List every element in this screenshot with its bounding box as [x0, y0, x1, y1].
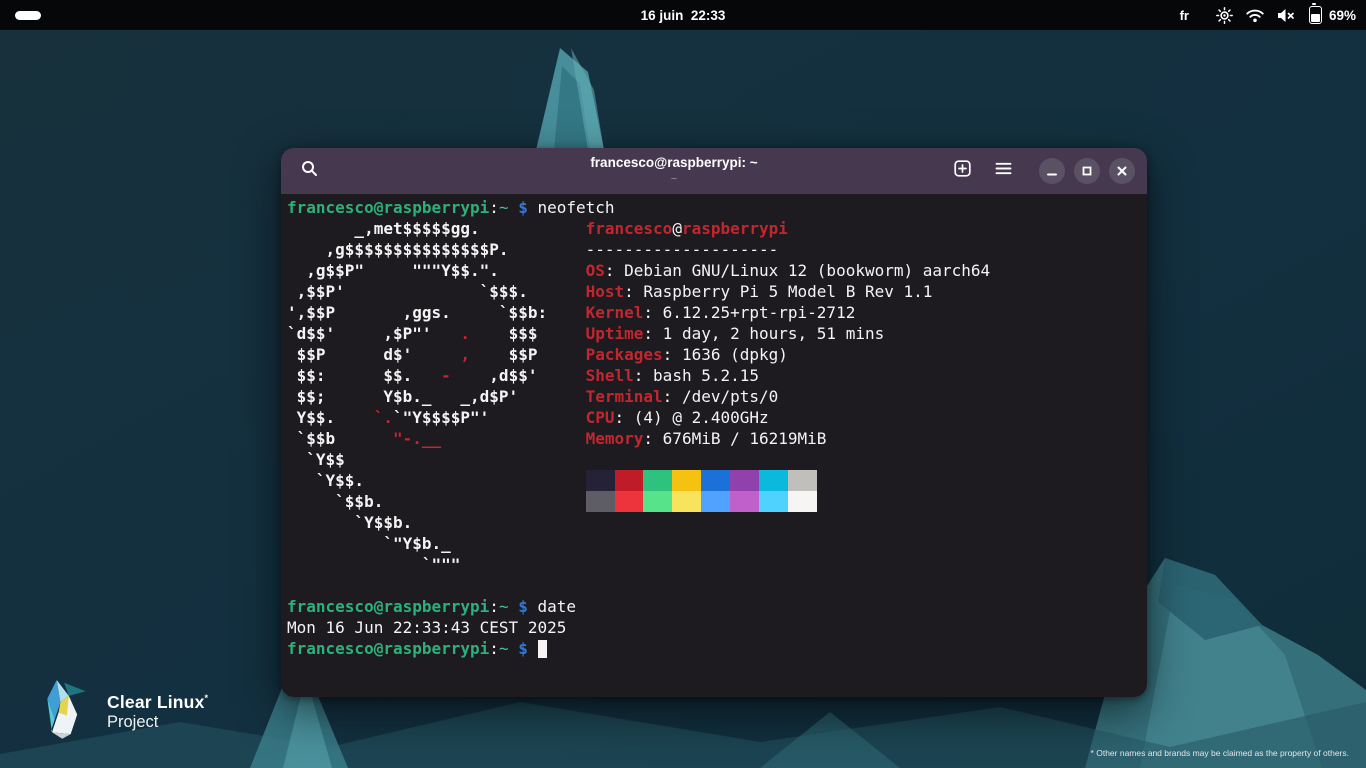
terminal-line: `Y$$b. — [287, 512, 1147, 533]
palette-color-block — [672, 491, 701, 512]
terminal-line: francesco@raspberrypi:~ $ date — [287, 596, 1147, 617]
palette-color-block — [643, 470, 672, 491]
terminal-line: -------------------- — [586, 239, 991, 260]
brand-subname: Project — [107, 713, 208, 732]
terminal-line: Uptime: 1 day, 2 hours, 51 mins — [586, 323, 991, 344]
wifi-icon — [1246, 8, 1264, 23]
close-button[interactable] — [1109, 158, 1135, 184]
terminal-line — [586, 449, 991, 470]
desktop: 16 juin 22:33 fr — [0, 0, 1366, 768]
menu-button[interactable] — [987, 155, 1019, 187]
terminal-line: Shell: bash 5.2.15 — [586, 365, 991, 386]
window-titlebar[interactable]: francesco@raspberrypi: ~ ~ — [281, 148, 1147, 194]
neofetch-output: _,met$$$$$gg. ,g$$$$$$$$$$$$$$$P. ,g$$P"… — [287, 218, 1147, 575]
palette-color-block — [759, 470, 788, 491]
palette-color-block — [701, 491, 730, 512]
terminal-line: `"Y$b._ — [287, 533, 1147, 554]
trademark-mark: * — [205, 693, 209, 703]
minimize-button[interactable] — [1039, 158, 1065, 184]
keyboard-layout-indicator[interactable]: fr — [1180, 8, 1189, 23]
palette-color-block — [615, 491, 644, 512]
palette-color-block — [615, 470, 644, 491]
color-palette-row — [586, 470, 991, 491]
battery-percent: 69% — [1329, 8, 1356, 23]
clock[interactable]: 16 juin 22:33 — [0, 0, 1366, 30]
window-subtitle: ~ — [431, 172, 917, 186]
palette-color-block — [788, 470, 817, 491]
battery-icon — [1309, 6, 1322, 24]
palette-color-block — [586, 470, 615, 491]
terminal-line: Mon 16 Jun 22:33:43 CEST 2025 — [287, 617, 1147, 638]
terminal-line: Packages: 1636 (dpkg) — [586, 344, 991, 365]
terminal-line: Memory: 676MiB / 16219MiB — [586, 428, 991, 449]
new-tab-button[interactable] — [946, 155, 978, 187]
terminal-line: Terminal: /dev/pts/0 — [586, 386, 991, 407]
maximize-button[interactable] — [1074, 158, 1100, 184]
terminal-line: CPU: (4) @ 2.400GHz — [586, 407, 991, 428]
maximize-icon — [1081, 165, 1093, 177]
new-tab-icon — [954, 160, 971, 182]
color-palette-row — [586, 491, 991, 512]
palette-color-block — [701, 470, 730, 491]
terminal-line: OS: Debian GNU/Linux 12 (bookworm) aarch… — [586, 260, 991, 281]
clear-linux-logo-icon — [38, 677, 94, 744]
search-button[interactable] — [293, 155, 325, 187]
hamburger-menu-icon — [995, 162, 1012, 180]
palette-color-block — [759, 491, 788, 512]
wallpaper-disclaimer: * Other names and brands may be claimed … — [1091, 748, 1349, 758]
system-tray[interactable]: fr — [1180, 0, 1356, 30]
terminal-line: Kernel: 6.12.25+rpt-rpi-2712 — [586, 302, 991, 323]
palette-color-block — [586, 491, 615, 512]
terminal-content[interactable]: francesco@raspberrypi:~ $ neofetch _,met… — [281, 194, 1147, 697]
palette-color-block — [672, 470, 701, 491]
terminal-line: Host: Raspberry Pi 5 Model B Rev 1.1 — [586, 281, 991, 302]
search-icon — [301, 160, 318, 182]
brand-name: Clear Linux* — [107, 689, 208, 712]
palette-color-block — [788, 491, 817, 512]
minimize-icon — [1046, 165, 1058, 177]
terminal-line: francesco@raspberrypi:~ $ neofetch — [287, 197, 1147, 218]
window-title: francesco@raspberrypi: ~ — [431, 153, 917, 173]
close-icon — [1116, 165, 1128, 177]
top-bar: 16 juin 22:33 fr — [0, 0, 1366, 30]
palette-color-block — [730, 470, 759, 491]
clear-linux-branding: Clear Linux* Project — [38, 677, 208, 744]
terminal-line — [287, 575, 1147, 596]
palette-color-block — [730, 491, 759, 512]
neofetch-info: francesco@raspberrypi-------------------… — [586, 218, 991, 512]
volume-muted-icon — [1277, 8, 1296, 23]
terminal-line: francesco@raspberrypi — [586, 218, 991, 239]
terminal-line: francesco@raspberrypi:~ $ — [287, 638, 1147, 659]
terminal-window: francesco@raspberrypi: ~ ~ — [281, 148, 1147, 697]
terminal-cursor — [538, 640, 547, 658]
brightness-icon — [1216, 7, 1233, 24]
palette-color-block — [643, 491, 672, 512]
terminal-line: `""" — [287, 554, 1147, 575]
